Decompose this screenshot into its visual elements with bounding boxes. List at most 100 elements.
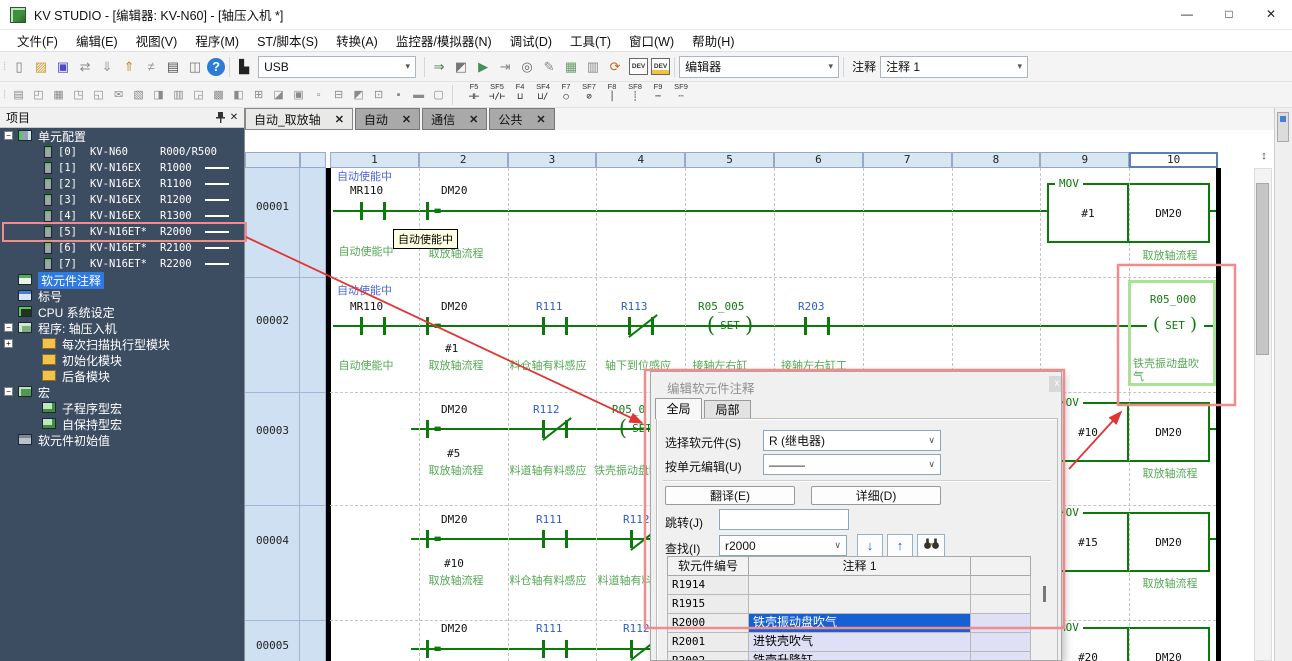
maximize-button[interactable]: □ (1208, 0, 1250, 29)
tree-item-7[interactable]: −宏 (0, 384, 245, 400)
read-from-plc-icon[interactable]: ⇓ (97, 57, 117, 77)
counter-icon[interactable]: ◧ (229, 86, 248, 104)
collapse-icon[interactable]: − (4, 387, 13, 396)
select-device-dropdown[interactable]: R (继电器) ∨ (763, 430, 941, 451)
tree-item-unit-config[interactable]: − 单元配置 (0, 128, 245, 144)
tab-close-icon[interactable]: ✕ (335, 113, 344, 126)
print-icon[interactable]: ▤ (163, 57, 183, 77)
tree-item-2[interactable]: CPU 系统设定 (0, 304, 245, 320)
copy-unit-icon[interactable]: ◨ (149, 86, 168, 104)
usb-device-icon[interactable]: ▙ (234, 57, 254, 77)
set-coil[interactable]: ( SET ) (1144, 313, 1206, 337)
tree-item-8[interactable]: 子程序型宏 (0, 400, 245, 416)
comment-cell[interactable]: 进铁壳吹气 (749, 633, 971, 652)
device-monitor-icon[interactable]: ▥ (583, 57, 603, 77)
table-row-R1914[interactable]: R1914 (667, 576, 1031, 595)
no-contact[interactable] (542, 530, 568, 548)
nc-contact[interactable] (542, 420, 568, 438)
dialog-close-button[interactable]: x (1049, 376, 1062, 392)
expand-icon[interactable]: + (4, 339, 13, 348)
tab-close-icon[interactable]: ✕ (469, 113, 478, 126)
dev-tool-icon-1[interactable]: DEV (629, 58, 648, 75)
no-contact[interactable] (542, 640, 568, 658)
open-project-icon[interactable]: ▨ (31, 57, 51, 77)
cc-icon[interactable]: ▪ (389, 86, 408, 104)
table-row-R1915[interactable]: R1915 (667, 595, 1031, 614)
unit-item-4[interactable]: [4]KV-N16EXR1300 (0, 208, 245, 224)
plc-monitor-icon[interactable]: ◩ (451, 57, 471, 77)
ladder-hline-button[interactable]: F9─ (647, 83, 669, 106)
usb-connection-select[interactable]: USB ▾ (258, 56, 416, 78)
help-icon[interactable]: ? (207, 58, 225, 76)
unit-item-2[interactable]: [2]KV-N16EXR1100 (0, 176, 245, 192)
menu-item-1[interactable]: 编辑(E) (67, 31, 127, 50)
simulator-icon[interactable]: ▶ (473, 57, 493, 77)
tree-item-0[interactable]: 软元件注释 (0, 272, 245, 288)
menu-item-0[interactable]: 文件(F) (8, 31, 67, 50)
write-to-plc-icon[interactable]: ⇑ (119, 57, 139, 77)
table-color-icon[interactable]: ▩ (209, 86, 228, 104)
comment-set-select[interactable]: 注释 1 ▾ (880, 56, 1028, 78)
batch-monitor-icon[interactable]: ▦ (561, 57, 581, 77)
ps-icon[interactable]: ⊟ (329, 86, 348, 104)
find-next-button[interactable]: ↓ (857, 534, 883, 557)
table-row-R2001[interactable]: R2001进铁壳吹气 (667, 633, 1031, 652)
editor-tab-0[interactable]: 自动_取放轴✕ (245, 108, 353, 130)
table-scrollbar[interactable] (1043, 586, 1046, 602)
unit-setup-icon[interactable]: ◱ (89, 86, 108, 104)
ladder-coil-button[interactable]: F7○ (555, 83, 577, 106)
comment-cell[interactable] (749, 576, 971, 595)
waveform-icon[interactable]: ◰ (29, 86, 48, 104)
verify-icon[interactable]: ≠ (141, 57, 161, 77)
ftp-icon[interactable]: ▥ (169, 86, 188, 104)
refresh-icon[interactable]: ⟳ (605, 57, 625, 77)
editor-tab-2[interactable]: 通信✕ (422, 108, 487, 130)
detail-button[interactable]: 详细(D) (811, 486, 941, 505)
find-input[interactable]: r2000 ∨ (719, 535, 847, 556)
tree-item-5[interactable]: 初始化模块 (0, 352, 245, 368)
unit-item-6[interactable]: [6]KV-N16ET*R2100 (0, 240, 245, 256)
find-options-button[interactable] (917, 534, 945, 557)
comment-cell[interactable] (749, 595, 971, 614)
no-contact[interactable] (360, 202, 386, 220)
minimize-button[interactable]: — (1166, 0, 1208, 29)
collapse-icon[interactable]: − (4, 323, 13, 332)
vertical-scrollbar-thumb[interactable] (1256, 183, 1269, 355)
table-row-R2002[interactable]: R2002铁壳升降缸 (667, 652, 1031, 661)
dev-tool-icon-2[interactable]: DEV (651, 58, 670, 75)
close-panel-icon[interactable]: ✕ (227, 111, 241, 125)
ladder-contact-no-button[interactable]: F5⊣⊢ (463, 83, 485, 106)
tab-local[interactable]: 局部 (704, 400, 751, 419)
tree-item-10[interactable]: 软元件初始值 (0, 432, 245, 448)
ladder-or-no-button[interactable]: F4⊔ (509, 83, 531, 106)
comment-cell[interactable]: 铁壳升降缸 (749, 652, 971, 661)
jump-input[interactable] (719, 509, 849, 530)
pin-icon[interactable] (213, 111, 227, 125)
tree-item-4[interactable]: +每次扫描执行型模块 (0, 336, 245, 352)
no-contact[interactable] (804, 317, 830, 335)
ladder-contact-nc-button[interactable]: SF5⊣/⊢ (486, 83, 508, 106)
save-as-icon[interactable]: ⇄ (75, 57, 95, 77)
ladder-vline-del-button[interactable]: SF8┊ (624, 83, 646, 106)
module-b-icon[interactable]: ▫ (309, 86, 328, 104)
tree-item-1[interactable]: 标号 (0, 288, 245, 304)
menu-item-9[interactable]: 窗口(W) (620, 31, 683, 50)
menu-item-5[interactable]: 转换(A) (327, 31, 387, 50)
monitor-editor-switch-icon[interactable]: ⇒ (429, 57, 449, 77)
print-preview-icon[interactable]: ◫ (185, 57, 205, 77)
table-row-R2000[interactable]: R2000铁壳振动盘吹气 (667, 614, 1031, 633)
compare-contact[interactable]: = (426, 530, 450, 548)
no-contact[interactable] (542, 317, 568, 335)
ladder-hline-del-button[interactable]: SF9┄ (670, 83, 692, 106)
init-grid-icon[interactable]: ▦ (49, 86, 68, 104)
transfer-monitor-icon[interactable]: ⇥ (495, 57, 515, 77)
ladder-vline-button[interactable]: F8│ (601, 83, 623, 106)
menu-item-7[interactable]: 调试(D) (501, 31, 561, 50)
device-a-icon[interactable]: ⊞ (249, 86, 268, 104)
comment-cell[interactable]: 铁壳振动盘吹气 (749, 614, 971, 633)
menu-item-3[interactable]: 程序(M) (186, 31, 248, 50)
menu-item-10[interactable]: 帮助(H) (683, 31, 743, 50)
collapse-icon[interactable]: − (4, 131, 13, 140)
splitter-icon[interactable]: ↕ (1256, 150, 1272, 168)
tree-item-6[interactable]: 后备模块 (0, 368, 245, 384)
